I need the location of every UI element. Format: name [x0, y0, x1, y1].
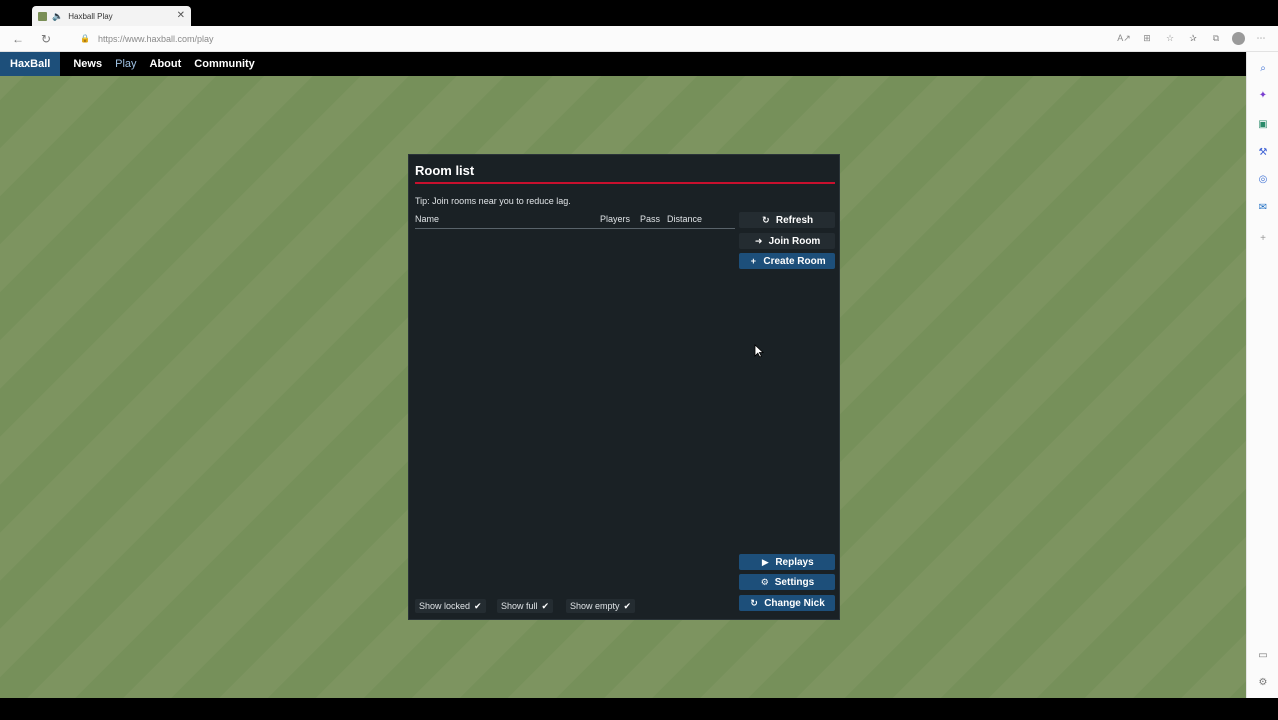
- profile-avatar[interactable]: [1232, 32, 1245, 45]
- settings-button[interactable]: ⚙ Settings: [739, 574, 835, 590]
- haxball-favicon-icon: [38, 11, 47, 21]
- nav-about[interactable]: About: [150, 58, 182, 70]
- create-room-label: Create Room: [763, 255, 826, 267]
- checkmark-icon: ✔: [623, 600, 632, 611]
- show-empty-toggle[interactable]: Show empty ✔: [566, 599, 636, 613]
- mouse-cursor-icon: [754, 344, 764, 358]
- games-icon[interactable]: ◎: [1257, 173, 1269, 185]
- close-tab-icon[interactable]: ✕: [177, 11, 185, 21]
- toolbar-icons: A↗ ⊞ ☆ ✰ ⧉ ⋯: [1117, 32, 1268, 46]
- column-header-players[interactable]: Players: [600, 214, 630, 224]
- browser-tabstrip: 🔈 Haxball Play ✕: [0, 0, 1278, 26]
- gear-icon[interactable]: ⚙: [1257, 676, 1269, 688]
- browser-toolbar: ← ↻ 🔒 https://www.haxball.com/play A↗ ⊞ …: [0, 26, 1278, 52]
- page-background: HaxBall News Play About Community Room l…: [0, 52, 1246, 698]
- dialog-title: Room list: [415, 163, 475, 178]
- favorite-star-icon[interactable]: ☆: [1163, 32, 1177, 46]
- settings-label: Settings: [774, 576, 815, 588]
- show-locked-toggle[interactable]: Show locked ✔: [415, 599, 486, 613]
- refresh-icon: ↻: [750, 597, 758, 608]
- outlook-icon[interactable]: ✉: [1257, 201, 1269, 213]
- show-locked-label: Show locked: [419, 601, 471, 611]
- sidebar-toggle-icon[interactable]: ▭: [1257, 649, 1269, 661]
- checkmark-icon: ✔: [541, 600, 550, 611]
- lock-icon[interactable]: 🔒: [80, 34, 90, 43]
- refresh-label: Refresh: [775, 214, 814, 226]
- refresh-button[interactable]: ↻ Refresh: [739, 212, 835, 228]
- more-icon[interactable]: ⋯: [1254, 32, 1268, 46]
- app-available-icon[interactable]: ⊞: [1140, 32, 1154, 46]
- create-room-button[interactable]: + Create Room: [739, 253, 835, 269]
- search-icon[interactable]: ⌕: [1257, 62, 1269, 74]
- header-divider: [415, 228, 735, 229]
- browser-sidebar: ⌕ ✦ ▣ ⚒ ◎ ✉ + ▭ ⚙: [1246, 52, 1278, 698]
- nav-community[interactable]: Community: [194, 58, 255, 70]
- add-icon[interactable]: +: [1257, 232, 1269, 244]
- room-list-table[interactable]: [415, 230, 735, 600]
- checkmark-icon: ✔: [474, 600, 482, 611]
- address-bar[interactable]: https://www.haxball.com/play: [98, 34, 1117, 44]
- tab-title: Haxball Play: [68, 11, 113, 21]
- browser-tab[interactable]: 🔈 Haxball Play ✕: [32, 6, 191, 26]
- title-divider: [415, 182, 835, 184]
- replays-button[interactable]: ▶ Replays: [739, 554, 835, 570]
- show-full-toggle[interactable]: Show full ✔: [497, 599, 554, 613]
- column-header-pass[interactable]: Pass: [640, 214, 660, 224]
- join-room-label: Join Room: [768, 235, 821, 247]
- replays-label: Replays: [775, 556, 814, 568]
- show-full-label: Show full: [501, 601, 538, 611]
- nav-news[interactable]: News: [73, 58, 102, 70]
- tools-icon[interactable]: ⚒: [1257, 146, 1269, 158]
- refresh-icon: ↻: [762, 214, 770, 225]
- back-icon[interactable]: ←: [8, 29, 28, 49]
- reload-icon[interactable]: ↻: [36, 29, 56, 49]
- show-empty-label: Show empty: [570, 601, 620, 611]
- gear-icon: ⚙: [760, 576, 769, 587]
- column-header-name[interactable]: Name: [415, 214, 439, 224]
- read-aloud-icon[interactable]: A↗: [1117, 32, 1131, 46]
- column-header-distance[interactable]: Distance: [667, 214, 702, 224]
- sign-in-icon: ➜: [754, 235, 763, 246]
- change-nick-label: Change Nick: [764, 597, 825, 609]
- brand-logo[interactable]: HaxBall: [0, 52, 61, 76]
- sparkle-icon[interactable]: ✦: [1257, 89, 1269, 101]
- collections-icon[interactable]: ⧉: [1209, 32, 1223, 46]
- change-nick-button[interactable]: ↻ Change Nick: [739, 595, 835, 611]
- site-header: HaxBall News Play About Community: [0, 52, 1246, 76]
- nav-play[interactable]: Play: [115, 58, 136, 70]
- play-icon: ▶: [761, 556, 769, 567]
- speaker-icon[interactable]: 🔈: [52, 11, 63, 21]
- favorites-icon[interactable]: ✰: [1186, 32, 1200, 46]
- join-room-button[interactable]: ➜ Join Room: [739, 233, 835, 249]
- tip-text: Tip: Join rooms near you to reduce lag.: [415, 196, 571, 206]
- plus-icon: +: [750, 256, 756, 266]
- shopping-icon[interactable]: ▣: [1257, 118, 1269, 130]
- bottom-bar: [0, 698, 1278, 720]
- room-list-dialog: Room list Tip: Join rooms near you to re…: [408, 154, 840, 620]
